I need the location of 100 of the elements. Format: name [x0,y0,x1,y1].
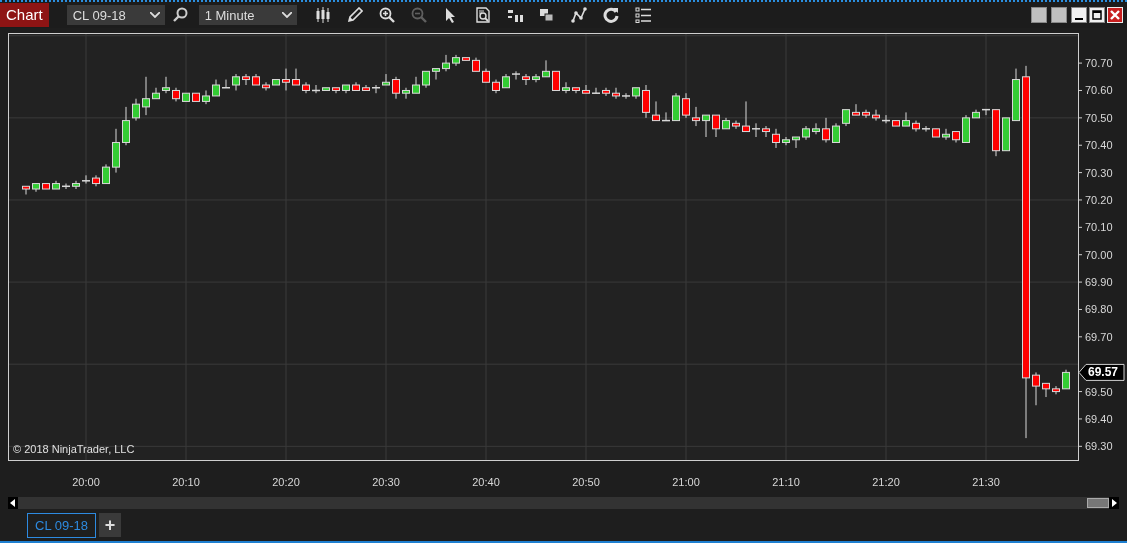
candlestick [412,76,420,94]
candlestick [812,122,820,135]
candlestick [682,92,690,119]
candlestick [642,84,650,119]
candlestick [492,79,500,94]
reload-icon[interactable] [602,7,619,23]
caret-icon [149,12,160,18]
candlestick [852,103,860,116]
close-icon [1110,10,1120,20]
maximize-button[interactable] [1089,7,1105,23]
price-label: 69.70 [1085,330,1113,343]
candlestick [732,120,740,130]
candlestick [452,54,460,67]
candlestick [152,87,160,100]
candlestick [132,98,140,122]
price-label: 69.80 [1085,303,1113,316]
node-line-icon[interactable] [570,7,587,23]
tile-button[interactable] [1051,7,1067,23]
candlestick [32,183,40,193]
candlestick [162,76,170,94]
instrument-dropdown[interactable]: CL 09-18 [66,5,165,25]
time-label: 21:30 [972,476,1000,488]
copyright-text: © 2018 NinjaTrader, LLC [13,443,135,455]
document-search-icon[interactable] [474,7,491,23]
maximize-icon [1092,10,1102,20]
candlestick [482,68,490,83]
candlestick [862,109,870,119]
tile-button[interactable] [1031,7,1047,23]
interval-dropdown[interactable]: 1 Minute [198,5,297,25]
candlestick [1012,68,1020,122]
add-tab-button[interactable]: + [99,513,121,537]
price-label: 70.30 [1085,166,1113,179]
chart-title: Chart [0,3,49,27]
scroll-right-button[interactable] [1109,497,1119,509]
price-label: 69.50 [1085,385,1113,398]
minimize-button[interactable] [1071,7,1087,23]
candlestick [772,128,780,149]
candlestick [802,125,810,141]
candlestick [692,106,700,127]
candlestick [1032,371,1040,406]
candlestick [102,163,110,185]
candlestick [282,68,290,91]
candlestick [822,117,830,143]
candlestick [832,122,840,143]
price-label: 70.60 [1085,84,1113,97]
price-label: 70.40 [1085,139,1113,152]
candlestick [881,114,891,124]
overlapping-squares-icon[interactable] [538,7,555,23]
candlestick [442,54,450,72]
candlestick [562,81,570,94]
candlestick [962,114,970,143]
candlestick [22,185,30,195]
candlestick [532,73,540,83]
candlestick [842,109,850,127]
candlestick [392,76,400,100]
candlestick [202,90,210,105]
candlestick [542,59,550,78]
list-icon[interactable] [634,7,651,23]
candlestick [1052,385,1060,395]
candlestick [552,70,560,91]
time-label: 21:20 [872,476,900,488]
price-label: 69.90 [1085,276,1113,289]
candlestick [722,117,730,130]
candlestick [572,87,580,94]
chart-tab[interactable]: CL 09-18 [27,512,96,538]
price-label: 70.50 [1085,111,1113,124]
scrollbar-thumb[interactable] [1087,498,1109,508]
pencil-icon[interactable] [346,7,363,23]
bar-columns-icon[interactable] [506,7,523,23]
candlestick [172,87,180,102]
price-label: 69.30 [1085,440,1113,453]
price-label: 70.10 [1085,221,1113,234]
candlestick [942,128,950,141]
candlestick [432,68,440,81]
candlestick [1002,117,1010,152]
candlestick [712,114,720,138]
candlestick [42,183,50,190]
price-label: 70.20 [1085,193,1113,206]
price-label: 70.00 [1085,248,1113,261]
candlestick [782,136,790,146]
minimize-icon [1075,18,1083,20]
candlestick [902,111,910,127]
time-label: 20:40 [472,476,500,488]
candlestick [252,73,260,86]
candlestick [1062,369,1070,390]
price-label: 70.70 [1085,57,1113,70]
candlestick [371,84,381,94]
caret-icon [281,12,292,18]
scroll-left-button[interactable] [8,497,18,509]
candlestick [142,76,150,116]
zoom-in-icon[interactable] [378,7,395,23]
close-button[interactable] [1107,7,1123,23]
time-label: 21:00 [672,476,700,488]
price-label: 69.40 [1085,412,1113,425]
candlestick [242,73,250,86]
time-label: 20:20 [272,476,300,488]
search-icon[interactable] [172,7,189,23]
candlestick [112,128,120,174]
candlestick [352,81,360,91]
candlestick-icon[interactable] [314,7,331,23]
